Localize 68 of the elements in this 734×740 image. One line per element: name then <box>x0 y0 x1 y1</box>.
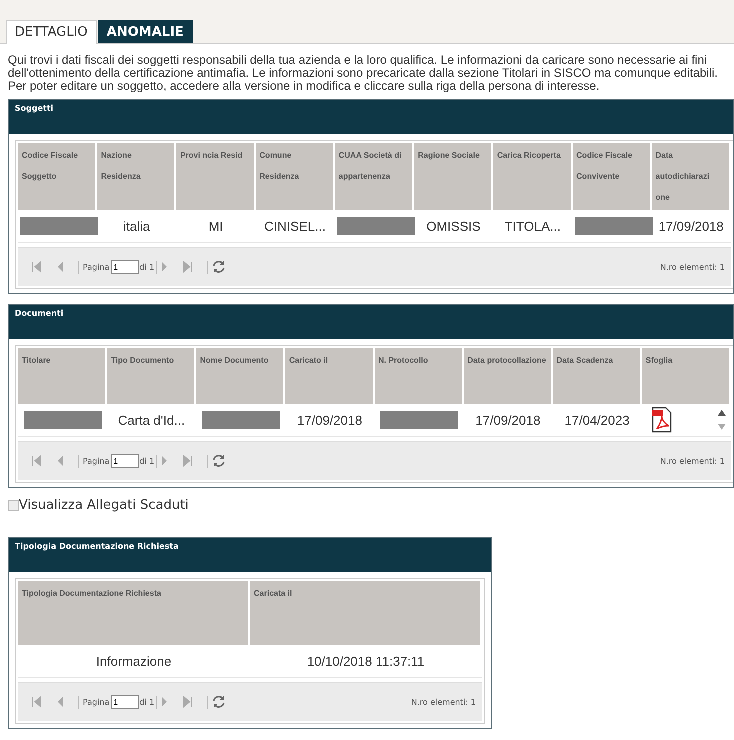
last-page-icon[interactable] <box>182 455 193 467</box>
previous-page-icon[interactable] <box>56 455 64 467</box>
page-total: di 1 <box>140 698 155 706</box>
column-header[interactable]: Sfoglia <box>642 348 731 404</box>
column-header[interactable]: Tipo Documento <box>107 348 196 404</box>
table-cell: 17/09/2018 <box>652 210 731 243</box>
table-cell: Informazione <box>18 645 250 678</box>
column-header[interactable]: Nazione Residenza <box>97 143 176 210</box>
checkbox[interactable] <box>8 500 19 511</box>
pdf-icon[interactable] <box>652 407 672 433</box>
column-header[interactable]: Titolare <box>18 348 108 404</box>
tab[interactable]: ANOMALIE <box>98 20 193 43</box>
intro-text: Qui trovi i dati fiscali dei soggetti responsabili della tua azienda e la loro qualifica. Le informazioni da caricare sono necessarie ai fini dell'ottenimento della certificazione antimafia. Le informazioni sono precaricate dalla sezione Titolari in SISCO ma comunque editabili. Per poter editare un soggetto, accedere alla versione in modifica e cliccare sulla riga della persona di interesse. <box>8 54 719 93</box>
next-page-icon[interactable] <box>160 455 169 467</box>
column-header[interactable]: CUAA Società di appartenenza <box>334 143 414 210</box>
record-count: N.ro elementi: 1 <box>660 456 725 466</box>
column-header[interactable]: Carica Ricoperta <box>493 143 573 210</box>
first-page-icon[interactable] <box>32 455 42 467</box>
checkbox-label[interactable]: Visualizza Allegati Scaduti <box>19 498 189 513</box>
column-header[interactable]: Data Scadenza <box>552 348 642 404</box>
table-cell: 17/04/2023 <box>552 404 642 437</box>
page-field[interactable]: 1 <box>110 260 139 274</box>
table-cell: CINISEL... <box>256 210 335 243</box>
next-page-icon[interactable] <box>160 261 169 273</box>
scroll-arrows-icon[interactable] <box>717 408 727 432</box>
refresh-icon[interactable] <box>212 454 226 468</box>
column-header[interactable]: Tipologia Documentazione Richiesta <box>18 581 250 645</box>
column-header[interactable]: Nome Documento <box>196 348 286 404</box>
column-header[interactable]: Ragione Sociale <box>414 143 494 210</box>
table-cell: TITOLA... <box>493 210 573 243</box>
column-header[interactable]: Caricato il <box>285 348 374 404</box>
column-header[interactable]: Codice Fiscale Convivente <box>572 143 652 210</box>
table-cell: 10/10/2018 11:37:11 <box>250 645 482 678</box>
page-label: Pagina <box>83 456 110 466</box>
first-page-icon[interactable] <box>32 696 42 708</box>
record-count: N.ro elementi: 1 <box>411 698 476 706</box>
table-cell: Carta d'Id... <box>107 404 196 437</box>
last-page-icon[interactable] <box>182 261 193 273</box>
page-field[interactable]: 1 <box>110 695 139 709</box>
last-page-icon[interactable] <box>182 696 193 708</box>
previous-page-icon[interactable] <box>56 261 64 273</box>
table-cell: italia <box>97 210 176 243</box>
column-header[interactable]: Caricata il <box>250 581 482 645</box>
table-cell: MI <box>176 210 256 243</box>
page-field[interactable]: 1 <box>110 454 139 468</box>
panel-title: Documenti <box>15 309 64 318</box>
column-header[interactable]: Comune Residenza <box>256 143 335 210</box>
column-header[interactable]: Provi ncia Resid <box>176 143 256 210</box>
column-header[interactable]: Data autodichiarazi one <box>652 143 731 210</box>
tab[interactable]: DETTAGLIO <box>6 20 97 44</box>
panel-title: Soggetti <box>15 104 54 113</box>
column-header[interactable]: Data protocollazione <box>464 348 553 404</box>
column-header[interactable]: Codice Fiscale Soggetto <box>18 143 98 210</box>
page-total: di 1 <box>140 262 155 272</box>
page-total: di 1 <box>140 456 155 466</box>
panel-title: Tipologia Documentazione Richiesta <box>15 542 179 551</box>
page-label: Pagina <box>83 262 110 272</box>
table-cell: OMISSIS <box>414 210 494 243</box>
record-count: N.ro elementi: 1 <box>660 262 725 272</box>
refresh-icon[interactable] <box>212 695 226 709</box>
table-cell: 17/09/2018 <box>285 404 374 437</box>
refresh-icon[interactable] <box>212 260 226 274</box>
column-header[interactable]: N. Protocollo <box>374 348 464 404</box>
first-page-icon[interactable] <box>32 261 42 273</box>
table-cell: 17/09/2018 <box>464 404 553 437</box>
page-label: Pagina <box>83 698 110 706</box>
previous-page-icon[interactable] <box>56 696 64 708</box>
next-page-icon[interactable] <box>160 696 169 708</box>
